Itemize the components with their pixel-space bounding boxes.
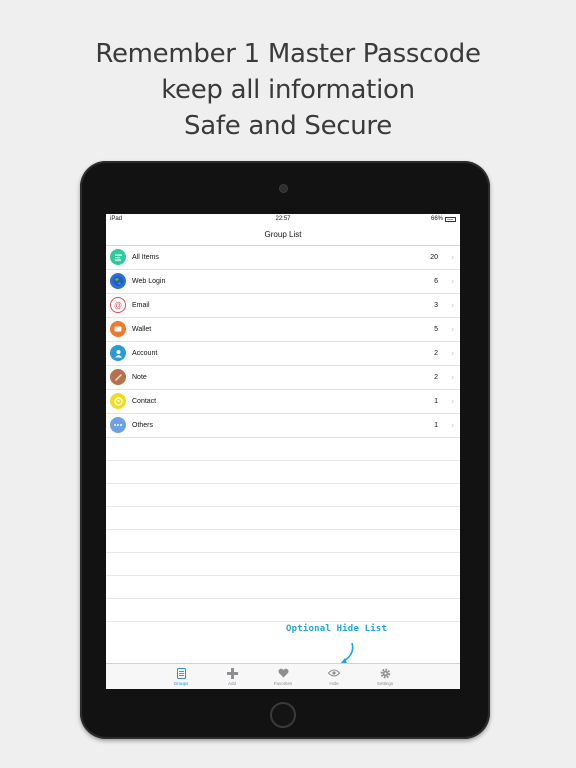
group-count: 3 [434,302,438,309]
heart-icon [258,668,309,681]
group-count: 2 [434,374,438,381]
status-time: 22:57 [275,216,291,222]
group-count: 2 [434,350,438,357]
empty-row [106,599,460,622]
status-bar: iPad 22:57 66% [106,214,460,225]
battery-percent: 66% [430,216,443,222]
app-screen: iPad 22:57 66% Group List All Items 20 › [106,214,460,689]
empty-row [106,438,460,461]
group-label: Email [132,302,150,309]
tab-label: Groups [173,681,189,686]
group-list: All Items 20 › Web Login 6 › @ Email 3 › [106,246,460,622]
chevron-right-icon: › [451,276,454,286]
empty-row [106,530,460,553]
headline-line-2: keep all information [161,75,415,105]
group-label: Wallet [132,326,152,333]
ellipsis-icon [110,417,126,433]
tab-bar: Groups Add Favorites Hide Settings [106,663,460,689]
group-row-others[interactable]: Others 1 › [106,414,460,438]
headline-line-1: Remember 1 Master Passcode [95,39,481,69]
group-row-contact[interactable]: Contact 1 › [106,390,460,414]
empty-row [106,553,460,576]
eye-icon [309,668,360,681]
wallet-icon [110,321,126,337]
empty-row [106,507,460,530]
chevron-right-icon: › [451,324,454,334]
group-row-note[interactable]: Note 2 › [106,366,460,390]
tab-hide[interactable]: Hide [309,664,360,689]
group-count: 1 [434,422,438,429]
gear-icon [360,668,411,681]
note-icon [110,369,126,385]
group-row-email[interactable]: @ Email 3 › [106,294,460,318]
battery-icon [445,217,456,222]
tab-label: Hide [329,681,339,686]
group-count: 6 [434,278,438,285]
group-row-web-login[interactable]: Web Login 6 › [106,270,460,294]
group-count: 20 [430,254,438,261]
contact-icon [110,393,126,409]
nav-bar: Group List [106,225,460,246]
home-button[interactable] [270,702,296,728]
empty-row [106,576,460,599]
tab-label: Favorites [273,681,293,686]
chevron-right-icon: › [451,420,454,430]
group-label: Contact [132,398,157,405]
tab-label: Add [227,681,236,686]
group-row-account[interactable]: Account 2 › [106,342,460,366]
ipad-frame: iPad 22:57 66% Group List All Items 20 › [80,161,490,739]
group-row-wallet[interactable]: Wallet 5 › [106,318,460,342]
tab-favorites[interactable]: Favorites [258,664,309,689]
at-icon: @ [110,297,126,313]
tab-label: Settings [376,681,394,686]
empty-row [106,461,460,484]
tab-groups[interactable]: Groups [156,664,207,689]
group-count: 5 [434,326,438,333]
group-label: Note [132,374,147,381]
headline: Remember 1 Master Passcode keep all info… [0,36,576,144]
battery-status: 66% [431,214,456,225]
chevron-right-icon: › [451,300,454,310]
group-label: Others [132,422,154,429]
hide-list-hint: Optional Hide List [286,624,388,634]
group-label: Account [132,350,158,357]
chevron-right-icon: › [451,396,454,406]
group-row-all-items[interactable]: All Items 20 › [106,246,460,270]
plus-icon [207,668,258,681]
headline-line-3: Safe and Secure [184,111,392,141]
camera-icon [280,185,287,192]
group-count: 1 [434,398,438,405]
globe-icon [110,273,126,289]
groups-icon [156,668,207,681]
tab-add[interactable]: Add [207,664,258,689]
group-label: All Items [132,254,159,261]
person-icon [110,345,126,361]
empty-row [106,484,460,507]
page-title: Group List [264,230,302,239]
group-label: Web Login [132,278,166,285]
chevron-right-icon: › [451,348,454,358]
chevron-right-icon: › [451,252,454,262]
chevron-right-icon: › [451,372,454,382]
list-icon [110,249,126,265]
tab-settings[interactable]: Settings [360,664,411,689]
